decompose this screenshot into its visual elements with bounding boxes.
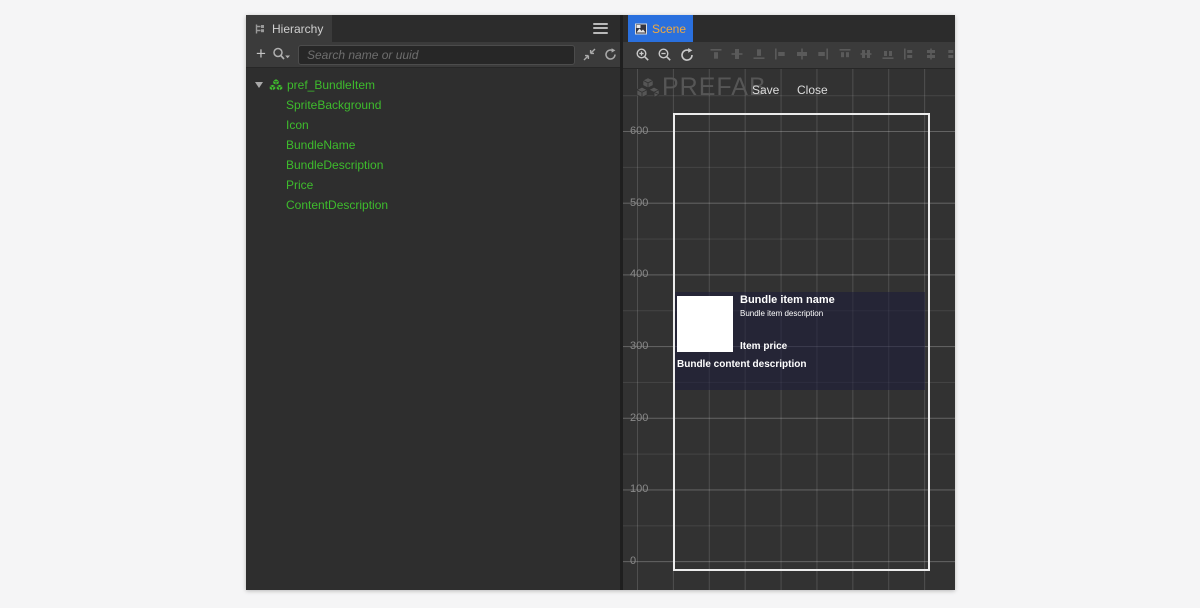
add-node-button[interactable]: + (252, 43, 270, 65)
hierarchy-icon (254, 23, 266, 35)
bundle-name-node[interactable]: Bundle item name (740, 294, 835, 306)
reset-view-icon[interactable] (679, 47, 695, 63)
prefab-cube-icon (269, 78, 283, 92)
tree-node[interactable]: ContentDescription (246, 195, 620, 215)
align-top-icon[interactable] (709, 47, 723, 61)
ruler-label: 300 (630, 340, 648, 352)
distribute-bottom-icon[interactable] (881, 47, 895, 61)
ruler-label: 0 (630, 555, 636, 567)
price-node[interactable]: Item price (740, 341, 787, 352)
editor-window: Hierarchy + (246, 15, 955, 590)
tree-node-label: ContentDescription (286, 198, 388, 212)
scene-panel: Scene (623, 15, 955, 590)
collapse-all-icon[interactable] (582, 47, 597, 62)
hierarchy-tree: pref_BundleItem SpriteBackground Icon Bu… (246, 69, 620, 590)
distribute-hcenter-icon[interactable] (924, 47, 938, 61)
tree-node-label: BundleDescription (286, 158, 383, 172)
ruler-label: 500 (630, 197, 648, 209)
icon-node[interactable] (677, 296, 733, 352)
bundle-description-node[interactable]: Bundle item description (740, 309, 823, 318)
ruler-label: 200 (630, 412, 648, 424)
search-filter-icon[interactable] (272, 46, 292, 62)
ruler-label: 600 (630, 125, 648, 137)
tree-node-label: Icon (286, 118, 309, 132)
scene-tab-label: Scene (652, 22, 686, 36)
ruler-label: 100 (630, 483, 648, 495)
tree-node[interactable]: Price (246, 175, 620, 195)
tab-hierarchy[interactable]: Hierarchy (246, 15, 332, 42)
scene-canvas[interactable]: PREFAB Save Close 600 500 400 300 200 10… (623, 69, 955, 590)
align-left-icon[interactable] (773, 47, 787, 61)
prefab-close-button[interactable]: Close (797, 83, 828, 97)
panel-menu-icon[interactable] (593, 23, 608, 34)
scene-toolbar (623, 42, 955, 69)
distribute-left-icon[interactable] (902, 47, 916, 61)
align-vcenter-icon[interactable] (730, 47, 744, 61)
align-bottom-icon[interactable] (752, 47, 766, 61)
tree-node-root[interactable]: pref_BundleItem (246, 75, 620, 95)
prefab-mode-title: PREFAB (662, 73, 767, 102)
distribute-top-icon[interactable] (838, 47, 852, 61)
zoom-out-icon[interactable] (657, 47, 673, 63)
expander-icon[interactable] (255, 82, 263, 88)
prefab-watermark-icon (636, 76, 660, 100)
zoom-in-icon[interactable] (635, 47, 651, 63)
tree-node-label: BundleName (286, 138, 355, 152)
scene-tabbar: Scene (623, 15, 955, 42)
distribute-vcenter-icon[interactable] (859, 47, 873, 61)
tree-node-label: SpriteBackground (286, 98, 381, 112)
prefab-mode-bar: PREFAB Save Close (623, 69, 955, 109)
tree-node-label: pref_BundleItem (287, 78, 375, 92)
tree-node-label: Price (286, 178, 313, 192)
hierarchy-tabbar: Hierarchy (246, 15, 620, 42)
align-right-icon[interactable] (816, 47, 830, 61)
hierarchy-panel: Hierarchy + (246, 15, 620, 590)
hierarchy-toolbar: + (246, 42, 620, 68)
ruler-label: 400 (630, 268, 648, 280)
tree-node[interactable]: BundleName (246, 135, 620, 155)
tree-node[interactable]: SpriteBackground (246, 95, 620, 115)
distribute-right-icon[interactable] (945, 47, 955, 61)
prefab-save-button[interactable]: Save (752, 83, 779, 97)
content-description-node[interactable]: Bundle content description (677, 359, 806, 370)
align-hcenter-icon[interactable] (795, 47, 809, 61)
search-input[interactable] (298, 45, 575, 65)
refresh-icon[interactable] (603, 47, 618, 62)
tab-scene[interactable]: Scene (628, 15, 693, 42)
scene-icon (635, 23, 647, 35)
tree-node[interactable]: BundleDescription (246, 155, 620, 175)
hierarchy-tab-label: Hierarchy (272, 22, 323, 36)
tree-node[interactable]: Icon (246, 115, 620, 135)
